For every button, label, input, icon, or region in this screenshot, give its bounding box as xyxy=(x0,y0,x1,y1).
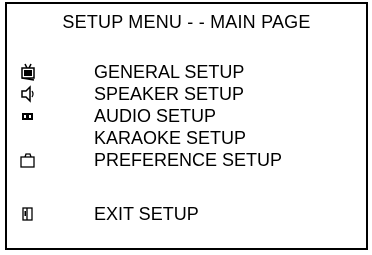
menu-item-karaoke-setup[interactable]: KARAOKE SETUP xyxy=(7,127,347,149)
setup-menu-frame: SETUP MENU - - MAIN PAGE GENERAL SETUP S… xyxy=(5,2,368,250)
menu-item-label: GENERAL SETUP xyxy=(94,62,245,82)
menu-item-preference-setup[interactable]: PREFERENCE SETUP xyxy=(7,149,347,171)
tv-icon xyxy=(19,63,37,81)
menu-title: SETUP MENU - - MAIN PAGE xyxy=(62,12,311,32)
cassette-icon xyxy=(19,107,37,125)
menu-item-label: EXIT SETUP xyxy=(94,204,199,224)
menu-item-label: PREFERENCE SETUP xyxy=(94,150,283,170)
menu-item-general-setup[interactable]: GENERAL SETUP xyxy=(7,61,347,83)
exit-door-icon xyxy=(19,205,37,223)
menu-item-label: KARAOKE SETUP xyxy=(94,128,247,148)
menu-item-speaker-setup[interactable]: SPEAKER SETUP xyxy=(7,83,347,105)
menu-item-audio-setup[interactable]: AUDIO SETUP xyxy=(7,105,347,127)
folder-icon xyxy=(19,151,37,169)
menu-item-label: AUDIO SETUP xyxy=(94,106,217,126)
menu-item-exit-setup[interactable]: EXIT SETUP xyxy=(7,203,347,225)
speaker-icon xyxy=(19,85,37,103)
menu-item-label: SPEAKER SETUP xyxy=(94,84,245,104)
